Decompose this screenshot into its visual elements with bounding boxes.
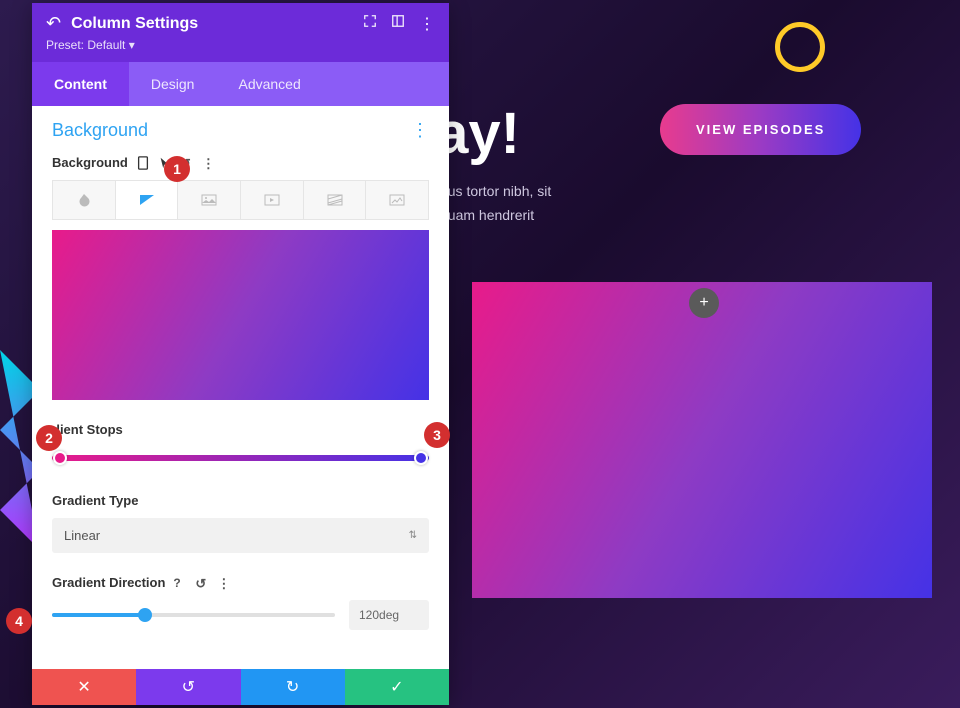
panel-header: ↶ Column Settings ⋮ Preset: Default ▾ [32,3,449,62]
slider-fill [52,613,145,617]
annotation-badge-2: 2 [36,425,62,451]
slider-handle[interactable] [138,608,152,622]
preset-selector[interactable]: Preset: Default ▾ [46,38,435,52]
chevron-down-icon: ⇅ [409,530,417,541]
view-episodes-button[interactable]: VIEW EPISODES [660,104,861,155]
plus-icon: + [699,294,708,312]
options-icon[interactable]: ⋮ [202,156,216,170]
bg-type-color[interactable] [53,181,116,219]
help-icon[interactable]: ? [173,576,187,590]
paragraph-line: quam hendrerit [440,204,551,228]
back-icon[interactable]: ↶ [46,13,61,34]
tab-design[interactable]: Design [129,62,217,106]
undo-icon: ↺ [182,677,195,697]
gradient-stop-start[interactable] [53,451,67,465]
direction-slider[interactable] [52,605,335,625]
gradient-direction-label: Gradient Direction ? ↺ ⋮ [52,575,429,590]
panel-footer: ✕ ↺ ↻ ✓ [32,669,449,705]
options-icon[interactable]: ⋮ [217,576,231,590]
section-options-icon[interactable]: ⋮ [411,120,429,141]
label-text: Gradient Type [52,493,138,508]
undo-button[interactable]: ↺ [136,669,240,705]
menu-icon[interactable]: ⋮ [419,14,435,34]
paragraph-line: rius tortor nibh, sit [440,180,551,204]
tab-content[interactable]: Content [32,62,129,106]
tablet-icon[interactable] [136,156,150,170]
background-field-label: Background ↺ ⋮ [52,155,429,170]
close-icon: ✕ [77,677,90,697]
section-title-text: Background [52,120,148,141]
save-button[interactable]: ✓ [345,669,449,705]
bg-type-mask[interactable] [366,181,428,219]
panel-title: Column Settings [71,15,198,33]
bg-type-pattern[interactable] [304,181,367,219]
page-paragraph: rius tortor nibh, sit quam hendrerit [440,180,551,228]
label-text: Gradient Direction [52,575,165,590]
direction-input[interactable] [349,600,429,630]
tab-advanced[interactable]: Advanced [216,62,322,106]
annotation-badge-4: 4 [6,608,32,634]
bg-type-gradient[interactable] [116,181,179,219]
background-type-tabs [52,180,429,220]
gradient-preview [52,230,429,400]
annotation-badge-1: 1 [164,156,190,182]
check-icon: ✓ [390,677,403,697]
settings-tabs: Content Design Advanced [32,62,449,106]
fullscreen-icon[interactable] [363,14,377,28]
panel-content: Background ⋮ Background ↺ ⋮ dient Stops [32,106,449,669]
decorative-circle [775,22,825,72]
section-background-title: Background ⋮ [52,120,429,141]
bg-type-image[interactable] [178,181,241,219]
column-preview[interactable] [472,282,932,598]
reset-icon[interactable]: ↺ [195,576,209,590]
settings-panel: ↶ Column Settings ⋮ Preset: Default ▾ Co… [32,3,449,705]
gradient-track [52,455,429,461]
gradient-stops-label: dient Stops [52,422,429,437]
label-text: Background [52,155,128,170]
select-value: Linear [64,528,100,543]
gradient-stops-slider[interactable] [52,451,429,465]
annotation-badge-3: 3 [424,422,450,448]
responsive-icon[interactable] [391,14,405,28]
gradient-type-label: Gradient Type [52,493,429,508]
gradient-type-select[interactable]: Linear ⇅ [52,518,429,553]
redo-button[interactable]: ↻ [241,669,345,705]
redo-icon: ↻ [286,677,299,697]
label-text: dient Stops [52,422,123,437]
add-module-button[interactable]: + [689,288,719,318]
bg-type-video[interactable] [241,181,304,219]
cancel-button[interactable]: ✕ [32,669,136,705]
gradient-stop-end[interactable] [414,451,428,465]
